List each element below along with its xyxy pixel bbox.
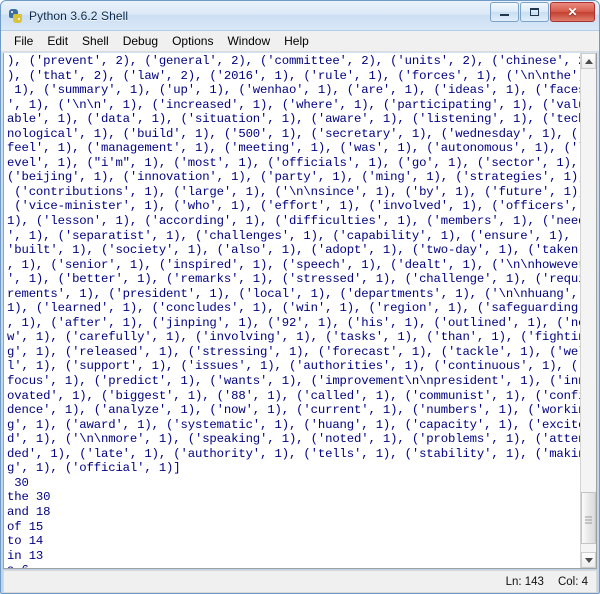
shell-output-line: rements', 1), ('president', 1), ('local'… bbox=[7, 286, 579, 301]
maximize-icon bbox=[530, 8, 539, 16]
shell-output-line: able', 1), ('data', 1), ('situation', 1)… bbox=[7, 112, 580, 127]
shell-output-line: g', 1), ('award', 1), ('systematic', 1),… bbox=[7, 417, 580, 432]
status-column-number: Col: 4 bbox=[557, 575, 588, 588]
shell-output-line: focus', 1), ('predict', 1), ('wants', 1)… bbox=[7, 374, 580, 389]
scroll-down-button[interactable] bbox=[581, 552, 596, 568]
shell-output-line: 30 bbox=[7, 475, 29, 490]
chevron-up-icon bbox=[584, 58, 593, 64]
scroll-up-button[interactable] bbox=[581, 53, 596, 69]
shell-output-line: ded', 1), ('late', 1), ('authority', 1),… bbox=[7, 446, 580, 461]
menu-bar: File Edit Shell Debug Options Window Hel… bbox=[1, 31, 599, 52]
shell-output-line: 1), ('learned', 1), ('concludes', 1), ('… bbox=[7, 301, 580, 316]
shell-output-line: the 30 bbox=[7, 490, 51, 505]
scrollbar-thumb[interactable] bbox=[581, 492, 596, 544]
shell-output-line: , 1), ('senior', 1), ('inspired', 1), ('… bbox=[7, 257, 580, 272]
shell-output-line: ), ('prevent', 2), ('general', 2), ('com… bbox=[7, 54, 580, 68]
window-title: Python 3.6.2 Shell bbox=[29, 8, 129, 23]
shell-output-line: ', 1), ('separatist', 1), ('challenges',… bbox=[7, 228, 580, 243]
shell-output-line: ovated', 1), ('biggest', 1), ('88', 1), … bbox=[7, 388, 580, 403]
minimize-button[interactable] bbox=[490, 2, 519, 22]
shell-output-line: of 15 bbox=[7, 519, 44, 534]
minimize-icon bbox=[500, 14, 509, 16]
menu-item-shell[interactable]: Shell bbox=[75, 32, 116, 51]
shell-output-line: ('vice-minister', 1), ('who', 1), ('effo… bbox=[7, 199, 579, 214]
shell-output-line: ('contributions', 1), ('large', 1), ('\n… bbox=[7, 184, 580, 199]
shell-output-line: to 14 bbox=[7, 534, 44, 549]
shell-output-line: dence', 1), ('analyze', 1), ('now', 1), … bbox=[7, 403, 580, 418]
shell-output-line: evel', 1), ("i'm", 1), ('most', 1), ('of… bbox=[7, 155, 579, 170]
shell-output-line: ', 1), ('better', 1), ('remarks', 1), ('… bbox=[7, 272, 580, 287]
shell-output-line: nological', 1), ('build', 1), ('500', 1)… bbox=[7, 126, 580, 141]
python-shell-window: Python 3.6.2 Shell ✕ File Edit Shell Deb… bbox=[0, 0, 600, 594]
shell-output-line: g', 1), ('released', 1), ('stressing', 1… bbox=[7, 344, 580, 359]
window-controls: ✕ bbox=[490, 2, 595, 22]
shell-output-line: 1), ('lesson', 1), ('according', 1), ('d… bbox=[7, 214, 580, 229]
close-button[interactable]: ✕ bbox=[550, 2, 595, 22]
shell-output-line: g', 1), ('official', 1)] bbox=[7, 461, 181, 476]
shell-output-line: d', 1), ('\n\nmore', 1), ('speaking', 1)… bbox=[7, 432, 580, 447]
shell-output-line: 1), ('summary', 1), ('up', 1), ('wenhao'… bbox=[7, 83, 580, 98]
shell-output-line: ('beijing', 1), ('innovation', 1), ('par… bbox=[7, 170, 580, 185]
menu-item-debug[interactable]: Debug bbox=[116, 32, 165, 51]
shell-output: ), ('prevent', 2), ('general', 2), ('com… bbox=[7, 54, 580, 568]
status-bar: Ln: 143 Col: 4 bbox=[3, 570, 597, 593]
scrollbar-grip-icon bbox=[585, 515, 592, 524]
menu-item-options[interactable]: Options bbox=[165, 32, 220, 51]
chevron-down-icon bbox=[584, 557, 593, 563]
shell-output-line: ', 1), ('\n\n', 1), ('increased', 1), ('… bbox=[7, 97, 580, 112]
scrollbar-track[interactable] bbox=[581, 69, 596, 552]
shell-client-area: ), ('prevent', 2), ('general', 2), ('com… bbox=[3, 53, 597, 569]
title-bar: Python 3.6.2 Shell ✕ bbox=[1, 1, 599, 31]
menu-item-help[interactable]: Help bbox=[277, 32, 316, 51]
close-icon: ✕ bbox=[567, 5, 578, 19]
status-line-number: Ln: 143 bbox=[505, 575, 544, 588]
shell-text-pane[interactable]: ), ('prevent', 2), ('general', 2), ('com… bbox=[4, 53, 580, 568]
python-logo-icon bbox=[8, 8, 24, 24]
shell-output-line: and 18 bbox=[7, 504, 51, 519]
shell-output-line: w', 1), ('carefully', 1), ('involving', … bbox=[7, 330, 580, 345]
menu-item-edit[interactable]: Edit bbox=[40, 32, 75, 51]
vertical-scrollbar[interactable] bbox=[580, 53, 596, 568]
shell-output-line: ), ('that', 2), ('law', 2), ('2016', 1),… bbox=[7, 68, 580, 83]
shell-output-line: l', 1), ('support', 1), ('issues', 1), (… bbox=[7, 359, 580, 374]
shell-output-line: 'built', 1), ('society', 1), ('also', 1)… bbox=[7, 243, 580, 258]
shell-output-line: feel', 1), ('management', 1), ('meeting'… bbox=[7, 141, 580, 156]
shell-output-line: , 1), ('after', 1), ('jinping', 1), ('92… bbox=[7, 315, 580, 330]
menu-item-window[interactable]: Window bbox=[220, 32, 277, 51]
shell-output-line: in 13 bbox=[7, 548, 44, 563]
shell-output-line: a 6 bbox=[7, 563, 580, 568]
maximize-button[interactable] bbox=[520, 2, 549, 22]
menu-item-file[interactable]: File bbox=[7, 32, 40, 51]
